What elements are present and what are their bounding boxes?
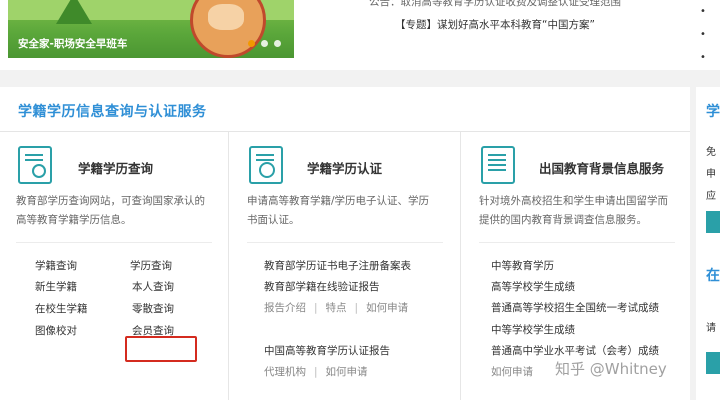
news-item-2[interactable]: 【专题】谋划好高水平本科教育“中国方案” — [330, 17, 660, 32]
sidebar-title: 学 — [706, 104, 720, 120]
desc-line: 提供的国内教育背景调查信息服务。 — [479, 214, 647, 226]
link-ministry-registration-form[interactable]: 教育部学历证书电子注册备案表 — [264, 258, 411, 273]
desc-line: 针对境外高校招生和学生申请出国留学而 — [479, 195, 668, 207]
right-bullets: • • • — [700, 0, 706, 69]
column-title: 学籍学历查询 — [78, 161, 154, 176]
link-degree-query[interactable]: 学历查询 — [130, 258, 172, 273]
divider — [247, 242, 443, 243]
banner-caption: 安全家-职场安全早班车 — [18, 38, 128, 50]
desc-line: 高等教育学籍学历信息。 — [16, 214, 132, 226]
sidebar-button[interactable] — [706, 211, 720, 233]
pipe-separator: | — [354, 302, 359, 314]
link-secondary-education[interactable]: 中等教育学历 — [491, 258, 554, 273]
column-verification: 学籍学历认证 申请高等教育学籍/学历电子认证、学历 书面认证。 教育部学历证书电… — [229, 132, 461, 400]
top-strip: 安全家-职场安全早班车 公告：取消高等教育学历认证收费及调整认证受理范围 【专题… — [0, 0, 720, 70]
carousel-dot-2[interactable] — [261, 40, 268, 47]
link-current-student[interactable]: 在校生学籍 — [35, 301, 88, 316]
desc-line: 教育部学历查询网站，可查询国家承认的 — [16, 195, 205, 207]
bullet-3: • — [700, 52, 706, 63]
sidebar-text: 申 — [706, 169, 716, 180]
news-item-1[interactable]: 公告：取消高等教育学历认证收费及调整认证受理范围 — [330, 0, 660, 9]
link-features[interactable]: 特点 — [326, 302, 347, 314]
link-new-student[interactable]: 新生学籍 — [35, 279, 77, 294]
link-how-to-apply-2[interactable]: 如何申请 — [326, 366, 368, 378]
link-academic-level-exam[interactable]: 普通高中学业水平考试（会考）成绩 — [491, 343, 659, 358]
column-description: 针对境外高校招生和学生申请出国留学而 提供的国内教育背景调查信息服务。 — [479, 192, 668, 230]
link-image-check[interactable]: 图像校对 — [35, 323, 77, 338]
banner-mountain — [56, 0, 92, 24]
sidebar-text: 免 — [706, 147, 716, 158]
carousel-dot-1[interactable] — [248, 40, 255, 47]
section-title: 学籍学历信息查询与认证服务 — [18, 104, 207, 120]
certification-links: 代理机构 | 如何申请 — [264, 364, 368, 379]
pipe-separator: | — [314, 302, 318, 314]
services-panel: 学籍学历信息查询与认证服务 学籍学历查询 教育部学历查询网站，可查询国家承认的 … — [0, 87, 690, 400]
column-description: 申请高等教育学籍/学历电子认证、学历 书面认证。 — [247, 192, 429, 230]
column-title: 出国教育背景信息服务 — [539, 161, 665, 176]
desc-line: 书面认证。 — [247, 214, 300, 226]
desc-line: 申请高等教育学籍/学历电子认证、学历 — [247, 195, 430, 207]
highlight-box — [125, 336, 197, 362]
certificate-icon — [249, 146, 283, 184]
column-title: 学籍学历认证 — [307, 161, 383, 176]
link-college-grades[interactable]: 高等学校学生成绩 — [491, 279, 575, 294]
promo-banner[interactable]: 安全家-职场安全早班车 — [8, 0, 294, 58]
report-links: 报告介绍 | 特点 | 如何申请 — [264, 300, 408, 315]
watermark: 知乎 @Whitney — [555, 360, 667, 378]
link-online-verification-report[interactable]: 教育部学籍在线验证报告 — [264, 279, 380, 294]
carousel-dots — [248, 40, 281, 47]
bullet-2: • — [700, 29, 706, 40]
link-agencies[interactable]: 代理机构 — [264, 366, 306, 378]
link-degree-certification-report[interactable]: 中国高等教育学历认证报告 — [264, 343, 390, 358]
carousel-dot-3[interactable] — [274, 40, 281, 47]
bullet-1: • — [700, 6, 706, 17]
link-individual-query[interactable]: 零散查询 — [132, 301, 174, 316]
link-enrollment-query[interactable]: 学籍查询 — [35, 258, 77, 273]
link-gaokao-scores[interactable]: 普通高等学校招生全国统一考试成绩 — [491, 300, 659, 315]
document-stamp-icon — [481, 146, 515, 184]
divider — [16, 242, 212, 243]
divider — [479, 242, 675, 243]
certificate-search-icon — [18, 146, 52, 184]
link-report-intro[interactable]: 报告介绍 — [264, 302, 306, 314]
link-self-query[interactable]: 本人查询 — [132, 279, 174, 294]
sidebar-button-2[interactable] — [706, 352, 720, 374]
sidebar-input[interactable]: 请 — [706, 319, 716, 334]
link-secondary-grades[interactable]: 中等学校学生成绩 — [491, 322, 575, 337]
pipe-separator: | — [314, 366, 318, 378]
banner-cartoon-face — [208, 4, 244, 30]
link-how-to-apply-3[interactable]: 如何申请 — [491, 364, 533, 379]
column-description: 教育部学历查询网站，可查询国家承认的 高等教育学籍学历信息。 — [16, 192, 205, 230]
sidebar-title-2: 在 — [706, 268, 720, 284]
right-sidebar: 学 免 申 应 在 请 — [690, 87, 720, 400]
sidebar-text: 应 — [706, 191, 716, 202]
link-how-to-apply[interactable]: 如何申请 — [366, 302, 408, 314]
